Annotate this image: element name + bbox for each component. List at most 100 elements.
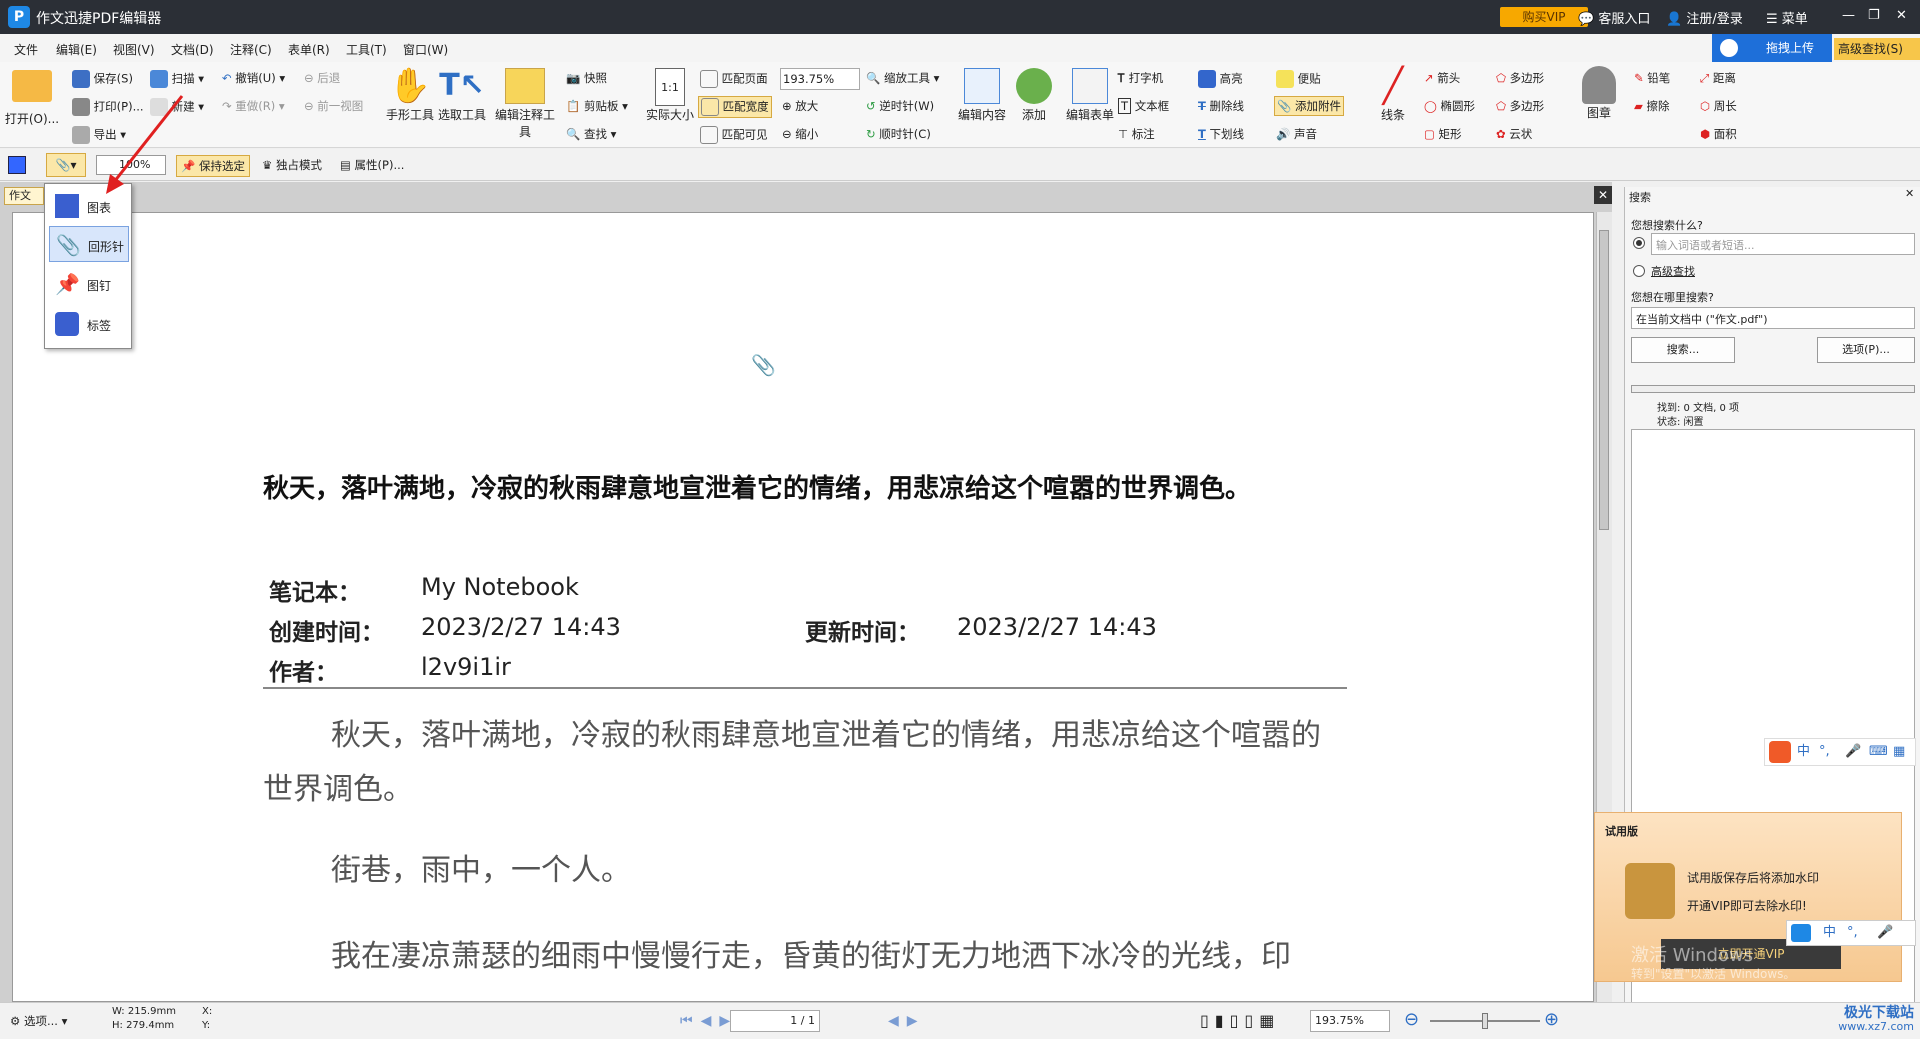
save-button[interactable]: 保存(S) [72,70,133,88]
redo-button[interactable]: ↷ 重做(R) ▾ [222,98,285,114]
area-button[interactable]: ⬢ 面积 [1700,126,1737,142]
fit-visible-button[interactable]: 匹配可见 [700,126,768,144]
service-button[interactable]: 💬 客服入口 [1578,8,1650,27]
tab-document[interactable]: 作文 [4,187,44,205]
zoom-in-button[interactable]: ⊕ 放大 [782,98,818,114]
zoom-out-button[interactable]: ⊖ 缩小 [782,126,818,142]
advanced-search-link[interactable]: 高级查找 [1651,263,1695,279]
close-button[interactable]: ✕ [1896,8,1907,23]
eraser-button[interactable]: ▰ 擦除 [1634,98,1670,114]
ime-toolbar[interactable]: 中 °, 🎤 ⌨ ▦ [1764,738,1916,766]
page-layout-buttons[interactable]: ▯▮▯▯▦ [1200,1011,1280,1030]
zoom-slider-thumb[interactable] [1482,1013,1488,1029]
search-input[interactable]: 输入词语或者短语... [1651,233,1915,255]
highlight-button[interactable]: 高亮 [1198,70,1243,88]
menu-item-tag[interactable]: 标签 [49,306,129,342]
zoom-slider[interactable] [1430,1013,1540,1029]
menu-file[interactable]: 文件 [14,41,38,58]
stamp-button[interactable]: 图章 [1574,66,1624,121]
arrow-button[interactable]: ↗ 箭头 [1424,70,1460,86]
scan-button[interactable]: 扫描 ▾ [150,70,204,88]
edit-content-button[interactable]: 编辑内容 [954,66,1010,123]
properties-button[interactable]: ▤ 属性(P)... [340,157,404,173]
eraser-icon: ▰ [1634,99,1643,113]
distance-button[interactable]: ⤢ 距离 [1700,70,1736,86]
search-options-button[interactable]: 选项(P)... [1817,337,1915,363]
menu-view[interactable]: 视图(V) [113,41,155,58]
maximize-button[interactable]: ❐ [1868,8,1880,23]
edit-form-button[interactable]: 编辑表单 [1058,66,1122,123]
menu-item-paperclip[interactable]: 📎 回形针 [49,226,129,262]
open-button[interactable]: 打开(O)... [4,70,60,127]
menu-document[interactable]: 文档(D) [171,41,214,58]
back-button[interactable]: ⊖ 后退 [304,70,340,86]
scan-icon [150,70,168,88]
buy-vip-button[interactable]: 购买VIP [1500,7,1588,27]
edit-content-icon [964,68,1000,104]
pencil-button[interactable]: ✎ 铅笔 [1634,70,1670,86]
rotate-cw-button[interactable]: ↻ 顺时针(C) [866,126,931,142]
status-zoom-out[interactable]: ⊖ [1404,1009,1419,1030]
add-attachment-button[interactable]: 📎 添加附件 [1274,96,1344,116]
line-button[interactable]: ╱ 线条 [1370,66,1416,123]
cloud-button[interactable]: ✿ 云状 [1496,126,1532,142]
ellipse-button[interactable]: ◯ 椭圆形 [1424,98,1475,114]
login-button[interactable]: 👤 注册/登录 [1666,8,1743,27]
find-button[interactable]: 🔍 查找 ▾ [566,126,616,142]
forward-view-button[interactable]: ⊖ 前一视图 [304,98,363,114]
advanced-radio[interactable] [1633,265,1645,277]
snapshot-button[interactable]: 📷 快照 [566,70,607,86]
search-panel-close[interactable]: ✕ [1905,187,1914,200]
edit-annotation-button[interactable]: 编辑注释工具 [490,66,560,140]
callout-button[interactable]: ⊤ 标注 [1118,126,1155,142]
sound-button[interactable]: 🔊 声音 [1276,126,1317,142]
status-zoom-in[interactable]: ⊕ [1544,1009,1559,1030]
status-zoom-select[interactable]: 193.75% [1310,1010,1390,1032]
select-tool-button[interactable]: T↖ 选取工具 [436,66,488,123]
upload-button[interactable]: 拖拽上传 [1712,34,1832,62]
ime-toolbar-2[interactable]: 中 °, 🎤 [1786,920,1916,946]
menu-item-pushpin[interactable]: 📌 图钉 [49,266,129,302]
history-nav-buttons[interactable]: ◀▶ [888,1013,926,1029]
menu-window[interactable]: 窗口(W) [403,41,448,58]
fit-width-button[interactable]: 匹配宽度 [698,96,772,118]
scroll-thumb[interactable] [1599,230,1609,530]
search-scope-select[interactable]: 在当前文档中 ("作文.pdf") [1631,307,1915,329]
rectangle-button[interactable]: ▢ 矩形 [1424,126,1462,142]
page-number-input[interactable]: 1 / 1 [730,1010,820,1032]
menu-edit[interactable]: 编辑(E) [56,41,97,58]
menu-comment[interactable]: 注释(C) [230,41,272,58]
advanced-search-button[interactable]: 高级查找(S) [1834,38,1920,60]
polyline-button[interactable]: ⬠ 多边形 [1496,98,1544,114]
options-button[interactable]: ⚙ 选项... ▾ [10,1013,67,1029]
undo-button[interactable]: ↶ 撤销(U) ▾ [222,70,285,86]
note-button[interactable]: 便贴 [1276,70,1321,88]
attachment-type-dropdown[interactable]: 📎▾ [46,153,86,177]
close-doc-button[interactable]: ✕ [1594,186,1612,204]
add-button[interactable]: 添加 [1010,66,1058,123]
paperclip-annotation-icon[interactable]: 📎 [751,353,776,377]
search-radio[interactable] [1633,237,1645,249]
strikeout-button[interactable]: T 删除线 [1198,98,1244,114]
polygon-button[interactable]: ⬠ 多边形 [1496,70,1544,86]
actual-size-button[interactable]: 1:1 实际大小 [644,68,696,123]
exclusive-mode-button[interactable]: ♛ 独占模式 [262,157,322,173]
zoom-tool-button[interactable]: 🔍 缩放工具 ▾ [866,70,939,86]
perimeter-button[interactable]: ⬡ 周长 [1700,98,1737,114]
hand-tool-button[interactable]: ✋ 手形工具 [384,66,436,123]
zoom-select[interactable]: 193.75% [780,68,860,90]
rotate-ccw-button[interactable]: ↺ 逆时针(W) [866,98,934,114]
color-swatch[interactable] [8,156,26,174]
clipboard-button[interactable]: 📋 剪贴板 ▾ [566,98,628,114]
textbox-button[interactable]: T 文本框 [1118,98,1169,114]
paragraph-3: 我在凄凉萧瑟的细雨中慢慢行走，昏黄的街灯无力地洒下冰冷的光线，印 [331,939,1291,974]
search-button[interactable]: 搜索... [1631,337,1735,363]
underline-button[interactable]: T 下划线 [1198,126,1244,142]
minimize-button[interactable]: — [1842,8,1855,23]
fit-page-button[interactable]: 匹配页面 [700,70,768,88]
menu-form[interactable]: 表单(R) [288,41,330,58]
typewriter-button[interactable]: Ꭲ 打字机 [1118,70,1163,86]
cloud-shape-icon: ✿ [1496,127,1506,141]
menu-tools[interactable]: 工具(T) [346,41,387,58]
menu-button[interactable]: ☰ 菜单 [1766,8,1808,27]
